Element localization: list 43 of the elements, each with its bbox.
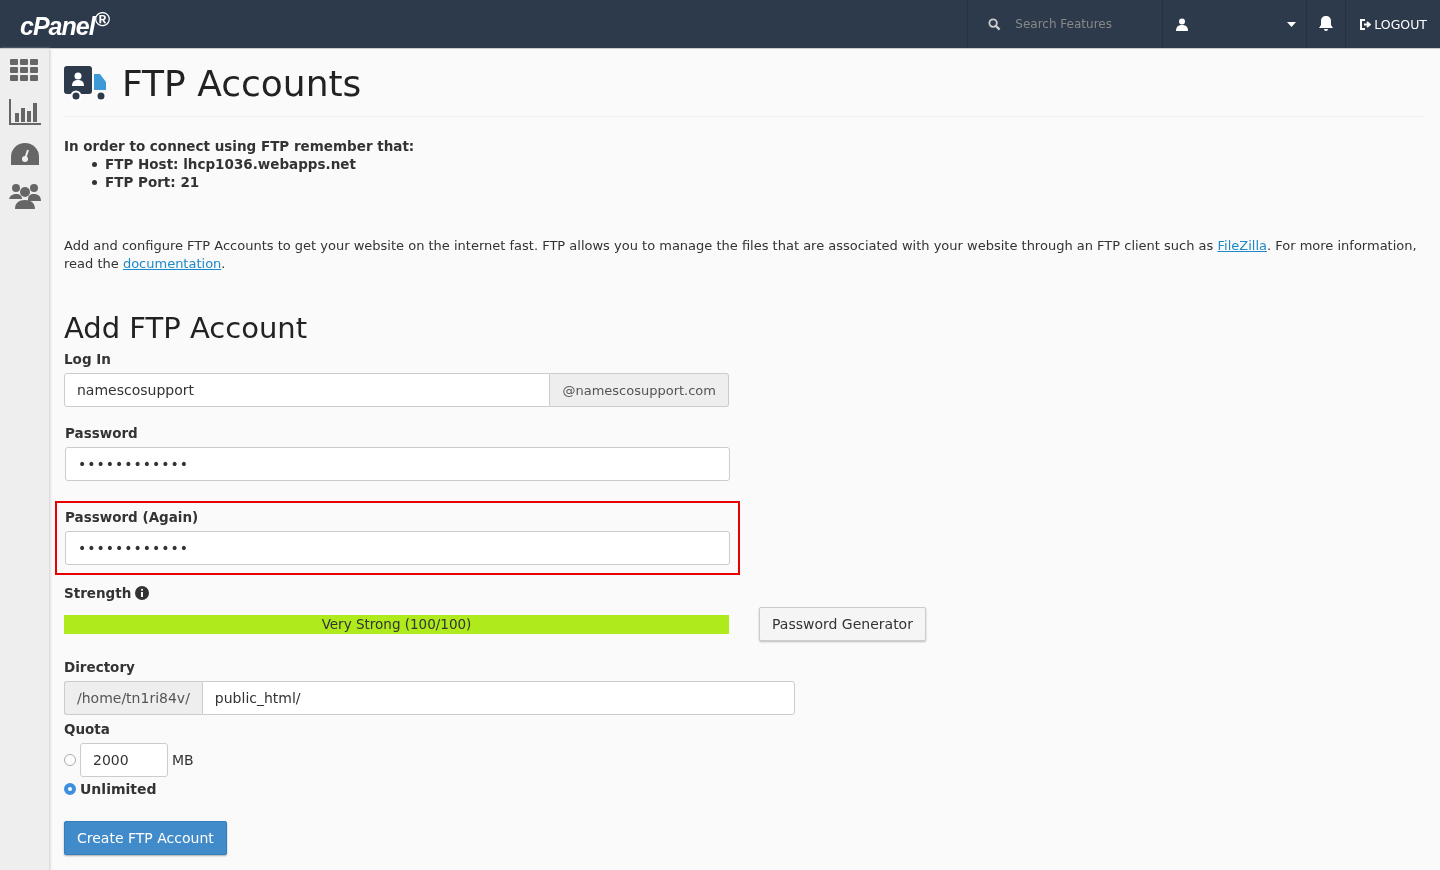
bullet-icon — [92, 179, 97, 185]
home-path-addon: /home/tn1ri84v/ — [64, 681, 202, 715]
search-field[interactable]: Search Features — [1013, 16, 1148, 32]
radio-button[interactable] — [64, 754, 76, 766]
gauge-icon — [10, 143, 39, 165]
domain-addon: @namescosupport.com — [550, 373, 729, 407]
users-icon — [8, 183, 41, 209]
logout-button[interactable]: LOGOUT — [1345, 0, 1440, 48]
radio-label: Unlimited — [80, 781, 157, 797]
password-generator-button[interactable]: Password Generator — [759, 607, 926, 641]
radio-button[interactable] — [64, 783, 76, 795]
bell-icon — [1319, 16, 1334, 32]
notice-item: FTP Host: lhcp1036.webapps.net — [105, 155, 356, 173]
field-label: Log In — [64, 351, 112, 367]
field-label: Strength — [64, 585, 132, 601]
grid-icon — [10, 59, 39, 81]
bar-chart-icon — [8, 99, 41, 125]
logout-icon — [1359, 18, 1372, 30]
password-field[interactable]: •••••••••••• — [65, 531, 730, 565]
logo[interactable]: cPanel$^{®}$ — [20, 6, 109, 42]
field-label: Quota — [64, 721, 111, 737]
create-account-button[interactable]: Create FTP Account — [64, 821, 227, 855]
field-label: Password — [65, 425, 139, 441]
quota-field[interactable]: 2000 — [80, 743, 168, 777]
section-title: Add FTP Account — [64, 311, 309, 345]
unit-label: MB — [172, 752, 194, 768]
login-field[interactable]: namescosupport — [64, 373, 551, 407]
notice-heading: In order to connect using FTP remember that: — [64, 137, 416, 155]
search-icon — [988, 17, 1002, 31]
password-field[interactable]: •••••••••••• — [65, 447, 730, 481]
documentation-link[interactable]: documentation — [122, 256, 222, 271]
info-icon — [135, 586, 150, 600]
page-title: FTP Accounts — [122, 63, 362, 104]
field-label: Password (Again) — [65, 509, 200, 525]
bullet-icon — [92, 161, 97, 167]
caret-icon — [1287, 21, 1297, 27]
field-label: Directory — [64, 659, 136, 675]
notice-item: FTP Port: 21 — [105, 173, 200, 191]
filezilla-link[interactable]: FileZilla — [1217, 238, 1267, 253]
user-icon — [1176, 17, 1189, 31]
intro-paragraph: Add and configure FTP Accounts to get your website on the internet fast. FTP allows you to manage the files that are associated with your website through an FTP client such as FileZilla. For more information, read the documentation. — [64, 237, 1418, 273]
strength-reading: Very Strong (100/100) — [321, 616, 472, 632]
directory-field[interactable]: public_html/ — [201, 681, 795, 715]
